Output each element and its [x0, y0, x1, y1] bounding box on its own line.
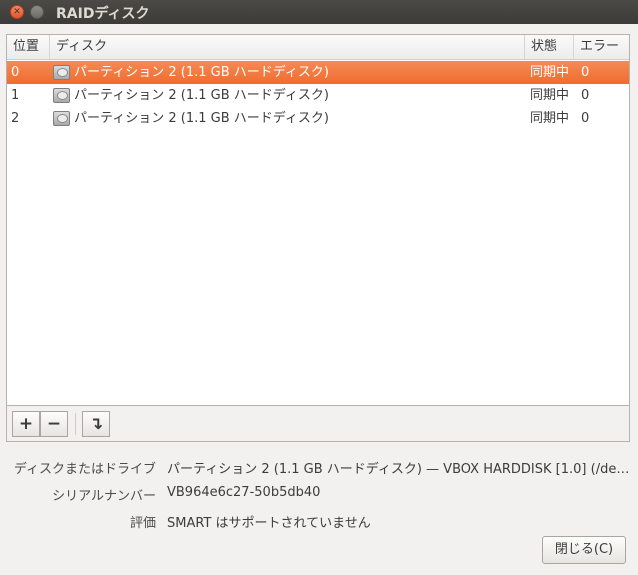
- drive-label: ディスクまたはドライブ: [13, 462, 156, 477]
- row-errors: 0: [581, 88, 590, 103]
- harddisk-icon: [53, 88, 70, 103]
- remove-disk-button[interactable]: −: [40, 411, 68, 437]
- table-row[interactable]: 0 パーティション 2 (1.1 GB ハードディスク) 同期中 0: [7, 61, 629, 84]
- list-toolbar: + − ↴: [6, 406, 630, 442]
- title-bar: ✕ RAIDディスク: [0, 0, 638, 24]
- assessment-value: SMART はサポートされていません: [167, 516, 371, 531]
- row-position: 2: [11, 111, 20, 126]
- assessment-label: 評価: [129, 516, 156, 531]
- add-disk-button[interactable]: +: [12, 411, 40, 437]
- list-header: 位置 ディスク 状態 エラー: [7, 35, 629, 60]
- toolbar-separator: [75, 413, 76, 435]
- row-disk: パーティション 2 (1.1 GB ハードディスク): [74, 88, 329, 103]
- harddisk-icon: [53, 65, 70, 80]
- close-button[interactable]: 閉じる(C): [542, 536, 626, 564]
- row-state: 同期中: [530, 88, 570, 103]
- row-state: 同期中: [530, 111, 570, 126]
- harddisk-icon: [53, 111, 70, 126]
- window-minimize-icon[interactable]: [30, 5, 44, 19]
- serial-value: VB964e6c27-50b5db40: [167, 485, 321, 500]
- row-errors: 0: [581, 111, 590, 126]
- row-disk: パーティション 2 (1.1 GB ハードディスク): [74, 65, 329, 80]
- header-errors[interactable]: エラー: [574, 35, 629, 59]
- row-disk: パーティション 2 (1.1 GB ハードディスク): [74, 111, 329, 126]
- replace-disk-button[interactable]: ↴: [82, 411, 110, 437]
- header-state[interactable]: 状態: [525, 35, 574, 59]
- row-position: 0: [11, 65, 20, 80]
- table-row[interactable]: 1 パーティション 2 (1.1 GB ハードディスク) 同期中 0: [7, 84, 629, 107]
- header-disk[interactable]: ディスク: [50, 35, 525, 59]
- serial-label: シリアルナンバー: [52, 489, 156, 504]
- window-close-icon[interactable]: ✕: [10, 5, 24, 19]
- row-state: 同期中: [530, 65, 570, 80]
- row-position: 1: [11, 88, 20, 103]
- header-position[interactable]: 位置: [7, 35, 50, 59]
- window-title: RAIDディスク: [56, 6, 150, 22]
- raid-disk-list[interactable]: 位置 ディスク 状態 エラー 0 パーティション 2 (1.1 GB ハードディ…: [6, 34, 630, 406]
- table-row[interactable]: 2 パーティション 2 (1.1 GB ハードディスク) 同期中 0: [7, 107, 629, 130]
- row-errors: 0: [581, 65, 590, 80]
- drive-value: パーティション 2 (1.1 GB ハードディスク) — VBOX HARDDI…: [167, 462, 630, 477]
